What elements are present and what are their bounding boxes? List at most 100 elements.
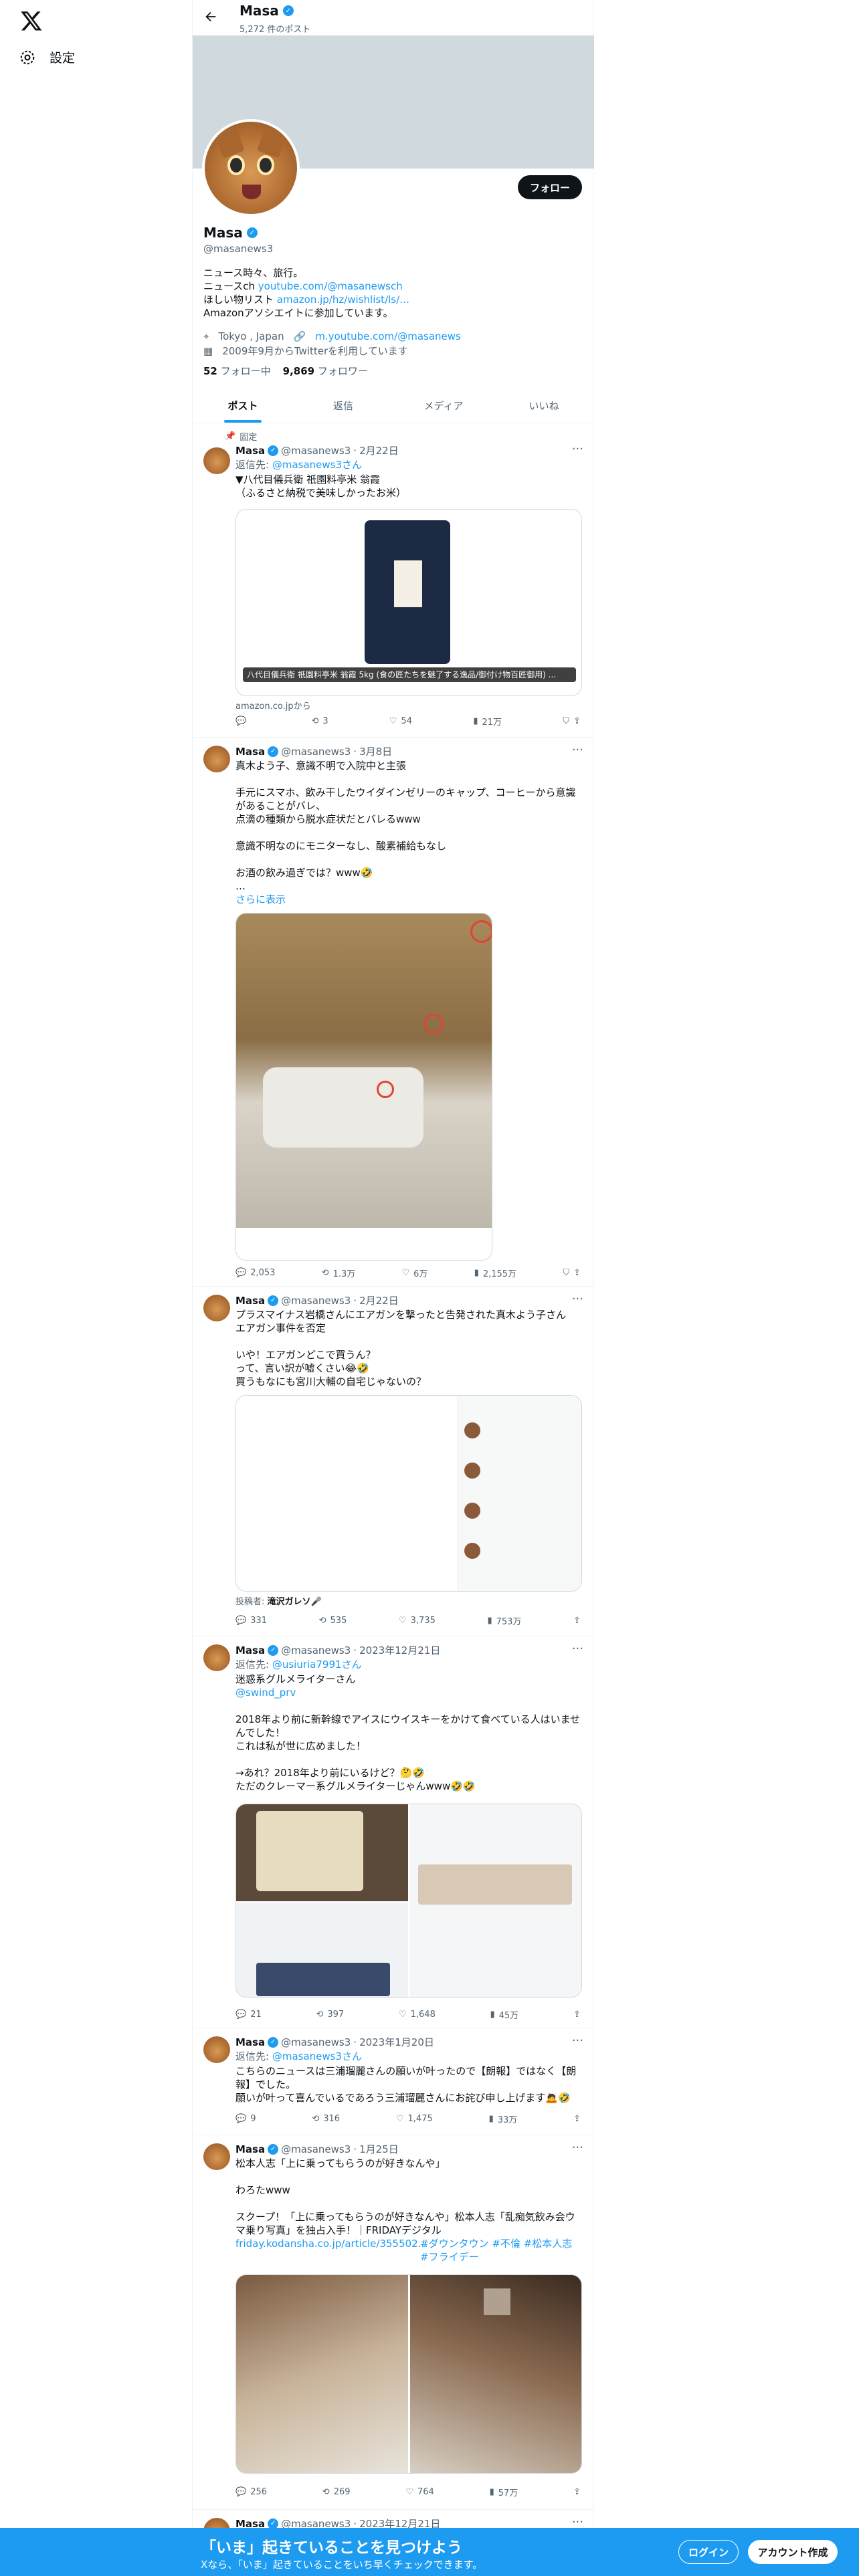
reply-to-link[interactable]: @masanews3さん (272, 459, 362, 471)
reply-button[interactable]: 💬 256 (235, 2486, 267, 2498)
more-icon[interactable]: ··· (572, 442, 583, 456)
retweet-button[interactable]: ⟲ 397 (316, 2008, 344, 2021)
bookmark-icon: ⛉ (563, 716, 570, 726)
tweet-photo-grid[interactable] (235, 1804, 582, 1998)
tweet-date[interactable]: 2月22日 (359, 1293, 399, 1307)
avatar[interactable] (203, 1644, 230, 1671)
more-icon[interactable]: ··· (572, 2141, 583, 2155)
youtube-link[interactable]: youtube.com/@masanewsch (258, 280, 403, 292)
views-button[interactable]: ▮ 57万 (490, 2486, 518, 2498)
more-icon[interactable]: ··· (572, 2034, 583, 2048)
photo-thumb (236, 1804, 408, 1901)
share-icon[interactable]: ⇪ (573, 716, 581, 726)
tweet-author[interactable]: Masa (235, 1295, 265, 1307)
wishlist-link[interactable]: amazon.jp/hz/wishlist/ls/… (277, 294, 409, 306)
tweet-text: 松本人志「上に乗ってもらうのが好きなんや」 わろたwww スクープ！「上に乗って… (235, 2157, 575, 2236)
views-button[interactable]: ▮ 2,155万 (474, 1267, 516, 1279)
avatar[interactable] (203, 746, 230, 772)
tweet[interactable]: Masa ✓ @masanews3 · 2月22日 ··· プラスマイナス岩橋さ… (193, 1287, 594, 1636)
tweet-author[interactable]: Masa (235, 2143, 265, 2155)
card-domain[interactable]: amazon.co.jpから (235, 699, 311, 712)
profile-avatar[interactable] (202, 119, 300, 217)
tweet[interactable]: Masa ✓ @masanews3 · 2023年1月20日 ··· 返信先: … (193, 2028, 594, 2135)
retweet-button[interactable]: ⟲ 269 (322, 2486, 351, 2498)
more-icon[interactable]: ··· (572, 743, 583, 757)
tweet-date[interactable]: 1月25日 (359, 2142, 399, 2156)
retweet-button[interactable]: ⟲ 316 (312, 2113, 340, 2125)
retweet-button[interactable]: ⟲ 1.3万 (322, 1267, 356, 1279)
tweet[interactable]: Masa ✓ @masanews3 · 2023年12月21日 ··· 返信先:… (193, 1636, 594, 2028)
avatar[interactable] (203, 1295, 230, 1321)
tweet-author[interactable]: Masa (235, 746, 265, 758)
views-button[interactable]: ▮ 21万 (473, 715, 502, 728)
reply-button[interactable]: 💬 21 (235, 2008, 262, 2021)
reply-button[interactable]: 💬 9 (235, 2113, 256, 2125)
retweet-button[interactable]: ⟲ 3 (311, 715, 328, 728)
like-button[interactable]: ♡ 6万 (402, 1267, 428, 1279)
poster-name[interactable]: 滝沢ガレソ🎤 (268, 1597, 322, 1607)
share-button[interactable]: ⇪ (573, 2113, 581, 2125)
tweet[interactable]: 📌 固定 Masa ✓ @masanews3 · 2月22日 ··· 返信先: @… (193, 423, 594, 738)
tab-media[interactable]: メディア (393, 388, 494, 423)
settings-link[interactable]: 設定 (19, 48, 75, 66)
retweet-count: 269 (333, 2487, 351, 2497)
login-button[interactable]: ログイン (678, 2540, 739, 2564)
tab-replies[interactable]: 返信 (293, 388, 393, 423)
tweet-date[interactable]: 2月22日 (359, 443, 399, 457)
back-arrow-icon[interactable] (203, 9, 218, 24)
show-more-link[interactable]: さらに表示 (235, 893, 581, 906)
share-button[interactable]: ⇪ (573, 1614, 581, 1627)
tweet-photo[interactable] (235, 913, 492, 1261)
chart-icon: ▮ (490, 2010, 495, 2020)
avatar[interactable] (203, 2143, 230, 2170)
reply-button[interactable]: 💬 (235, 715, 250, 728)
share-button[interactable]: ⇪ (573, 2486, 581, 2498)
like-button[interactable]: ♡ 54 (389, 715, 412, 728)
tab-posts[interactable]: ポスト (193, 388, 293, 423)
avatar[interactable] (203, 2036, 230, 2063)
more-icon[interactable]: ··· (572, 1642, 583, 1656)
share-icon: ⇪ (573, 1616, 581, 1626)
reply-context: 返信先: @masanews3さん (235, 458, 581, 471)
tweet-author[interactable]: Masa (235, 1644, 265, 1656)
like-button[interactable]: ♡ 1,475 (396, 2113, 433, 2125)
followers-link[interactable]: 9,869 フォロワー (283, 364, 368, 378)
avatar[interactable] (203, 447, 230, 474)
reply-button[interactable]: 💬 331 (235, 1614, 267, 1627)
follow-button[interactable]: フォロー (518, 175, 582, 199)
link-card[interactable]: 八代目儀兵衛 祇園料亭米 翁霞 5kg (食の匠たちを魅了する逸品/御付け物百匠… (235, 509, 582, 696)
share-icon[interactable]: ⇪ (573, 1268, 581, 1278)
tweet-date[interactable]: 2023年1月20日 (359, 2035, 434, 2049)
mention-link[interactable]: @swind_prv (235, 1686, 581, 1699)
view-count: 2,155万 (482, 1269, 517, 1279)
bookmark-button[interactable]: ⛉ ⇪ (563, 715, 581, 728)
hashtag-links[interactable]: #ダウンタウン #不倫 #松本人志 #フライデー (420, 2237, 581, 2264)
tweet-author[interactable]: Masa (235, 445, 265, 457)
tweet[interactable]: Masa ✓ @masanews3 · 3月8日 ··· 真木よう子、意識不明で… (193, 738, 594, 1287)
tab-likes[interactable]: いいね (494, 388, 594, 423)
tweet[interactable]: Masa ✓ @masanews3 · 1月25日 ··· 松本人志「上に乗って… (193, 2135, 594, 2510)
x-logo-icon[interactable] (20, 9, 43, 32)
like-button[interactable]: ♡ 1,648 (399, 2008, 436, 2021)
tweet-date[interactable]: 3月8日 (359, 744, 392, 758)
views-button[interactable]: ▮ 753万 (487, 1614, 521, 1627)
following-link[interactable]: 52 フォロー中 (203, 364, 271, 378)
views-button[interactable]: ▮ 45万 (490, 2008, 519, 2021)
like-button[interactable]: ♡ 3,735 (399, 1614, 436, 1627)
reply-button[interactable]: 💬 2,053 (235, 1267, 275, 1279)
reply-to-link[interactable]: @masanews3さん (272, 2050, 362, 2062)
reply-to-link[interactable]: @usiuria7991さん (272, 1658, 362, 1671)
tweet-photo-grid[interactable] (235, 2274, 582, 2474)
retweet-button[interactable]: ⟲ 535 (319, 1614, 347, 1627)
website-link[interactable]: m.youtube.com/@masanews (315, 329, 461, 344)
views-button[interactable]: ▮ 33万 (489, 2113, 518, 2125)
signup-button[interactable]: アカウント作成 (748, 2540, 838, 2564)
like-button[interactable]: ♡ 764 (405, 2486, 434, 2498)
share-button[interactable]: ⇪ (573, 2008, 581, 2021)
more-icon[interactable]: ··· (572, 1292, 583, 1306)
tweet-author[interactable]: Masa (235, 2036, 265, 2048)
tweet-date[interactable]: 2023年12月21日 (359, 1643, 440, 1657)
bookmark-button[interactable]: ⛉ ⇪ (563, 1267, 581, 1279)
more-icon[interactable]: ··· (572, 2515, 583, 2529)
quoted-media[interactable] (235, 1395, 582, 1592)
